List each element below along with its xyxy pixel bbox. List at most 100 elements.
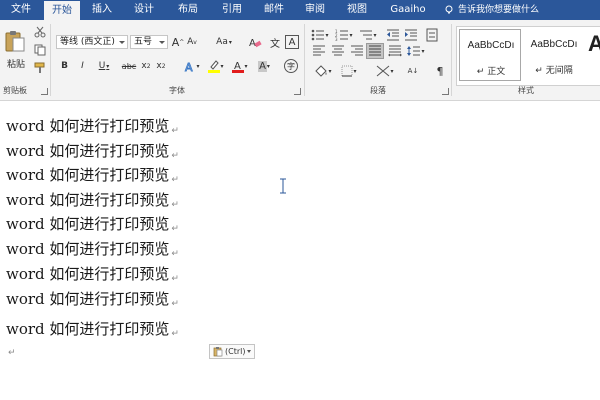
grow-font-label: A	[171, 35, 180, 49]
paste-options-button[interactable]: (Ctrl)	[209, 344, 256, 359]
document-line[interactable]: word 如何进行打印预览 ↵	[6, 163, 179, 187]
italic-label: I	[81, 61, 84, 71]
character-shading-label: A	[258, 60, 267, 72]
sort-button[interactable]: A↓	[406, 64, 420, 78]
paragraph-mark-icon: ↵	[171, 299, 179, 309]
bold-button[interactable]: B	[58, 59, 71, 73]
clear-formatting-icon[interactable]: A	[248, 35, 262, 49]
justify-button[interactable]	[366, 43, 384, 59]
font-color-icon: A	[232, 61, 245, 73]
font-group-label: 字体	[169, 86, 185, 95]
chinese-layout-icon[interactable]	[426, 28, 438, 42]
line-text: word 如何进行打印预览	[6, 320, 170, 338]
bullets-icon	[312, 29, 325, 41]
ribbon: 粘贴 剪贴板 等线 (西文正) 五号 A ^ Av Aa ▾ A 文 A B I U…	[0, 20, 600, 101]
phonetic-guide-label: 文	[270, 38, 280, 50]
highlight-button[interactable]: ▾	[206, 58, 226, 74]
paste-button[interactable]	[2, 24, 28, 58]
font-dialog-launcher[interactable]	[294, 88, 301, 95]
phonetic-guide-button[interactable]: 文	[268, 35, 282, 50]
format-painter-icon[interactable]	[34, 62, 46, 74]
clipboard-paste-icon	[5, 31, 25, 52]
lightbulb-icon[interactable]	[444, 5, 454, 15]
document-line[interactable]: word 如何进行打印预览 ↵	[6, 287, 179, 311]
chevron-down-icon[interactable]	[159, 41, 165, 44]
font-size-value: 五号	[134, 37, 153, 47]
font-color-button[interactable]: A ▾	[230, 58, 250, 74]
tab-gaaiho[interactable]: Gaaiho	[383, 0, 433, 20]
tab-design[interactable]: 设计	[126, 0, 162, 20]
superscript-button[interactable]: x2	[155, 59, 167, 73]
borders-button[interactable]: ▾	[338, 64, 360, 78]
clipboard-dialog-launcher[interactable]	[41, 88, 48, 95]
numbering-button[interactable]: 1 2 3 ▾	[334, 28, 354, 42]
styles-group-label: 样式	[518, 86, 534, 95]
shrink-font-button[interactable]: Av	[186, 35, 198, 49]
paint-bucket-icon	[315, 64, 328, 77]
document-line[interactable]: word 如何进行打印预览 ↵	[6, 262, 179, 286]
tab-home[interactable]: 开始	[44, 1, 80, 20]
paragraph-shading-button[interactable]: ▾	[312, 64, 334, 78]
tab-references[interactable]: 引用	[214, 0, 250, 20]
subscript-button[interactable]: x2	[140, 59, 152, 73]
style-heading-partial[interactable]: A	[587, 29, 600, 81]
distributed-icon[interactable]	[388, 45, 402, 57]
group-divider	[50, 24, 51, 96]
cut-icon[interactable]	[34, 26, 46, 38]
multilevel-list-icon	[360, 30, 373, 40]
empty-paragraph-mark-icon: ↵	[8, 348, 16, 358]
align-left-icon[interactable]	[312, 45, 326, 57]
tab-file[interactable]: 文件	[0, 0, 42, 20]
underline-button[interactable]: U ▾	[94, 59, 114, 73]
italic-button[interactable]: I	[76, 59, 89, 73]
document-line[interactable]: word 如何进行打印预览 ↵	[6, 212, 179, 236]
tab-insert[interactable]: 插入	[84, 0, 120, 20]
asian-typography-button[interactable]: ▾	[374, 64, 396, 78]
multilevel-list-button[interactable]: ▾	[358, 28, 378, 42]
chevron-down-icon[interactable]	[119, 41, 125, 44]
enclose-characters-button[interactable]: 字	[284, 59, 298, 73]
tab-mailings[interactable]: 邮件	[256, 0, 292, 20]
underline-label: U	[98, 61, 106, 71]
font-name-value: 等线 (西文正)	[60, 37, 115, 47]
document-line[interactable]: word 如何进行打印预览 ↵	[6, 114, 179, 138]
tab-layout[interactable]: 布局	[170, 0, 206, 20]
copy-icon[interactable]	[34, 44, 46, 56]
font-name-combo[interactable]: 等线 (西文正)	[56, 35, 128, 49]
strikethrough-button[interactable]: abc	[120, 59, 138, 73]
change-case-button[interactable]: Aa ▾	[212, 35, 236, 49]
increase-indent-icon[interactable]	[404, 29, 418, 41]
decrease-indent-icon[interactable]	[386, 29, 400, 41]
paragraph-mark-icon: ↵	[171, 151, 179, 161]
line-spacing-button[interactable]: ▾	[406, 44, 426, 58]
style-normal[interactable]: AaBbCcDı ↵ 正文	[459, 29, 521, 81]
font-size-combo[interactable]: 五号	[130, 35, 168, 49]
align-justify-icon	[369, 45, 381, 56]
character-border-button[interactable]: A	[285, 35, 299, 49]
align-right-icon[interactable]	[350, 45, 364, 57]
line-spacing-icon	[407, 46, 421, 56]
document-line[interactable]: word 如何进行打印预览 ↵	[6, 139, 179, 163]
strikethrough-label: abc	[121, 61, 137, 71]
tab-view[interactable]: 视图	[339, 0, 375, 20]
paragraph-dialog-launcher[interactable]	[442, 88, 449, 95]
tell-me-search[interactable]: 告诉我你想要做什么	[458, 0, 539, 20]
style-no-spacing[interactable]: AaBbCcDı ↵ 无间隔	[523, 29, 585, 81]
paragraph-mark-icon: ↵	[171, 200, 179, 210]
paragraph-mark-icon: ↵	[171, 126, 179, 136]
document-page[interactable]: word 如何进行打印预览 ↵ word 如何进行打印预览 ↵ word 如何进行打…	[0, 101, 600, 400]
document-line[interactable]: word 如何进行打印预览 ↵	[6, 317, 179, 341]
document-line[interactable]: word 如何进行打印预览 ↵	[6, 188, 179, 212]
bullets-button[interactable]: ▾	[310, 28, 330, 42]
style-name: ↵ 无间隔	[535, 66, 573, 76]
grow-font-button[interactable]: A ^	[171, 35, 185, 49]
align-center-icon[interactable]	[331, 45, 345, 57]
change-case-label: Aa	[216, 37, 228, 47]
tab-review[interactable]: 审阅	[297, 0, 333, 20]
show-marks-button[interactable]: ¶	[434, 64, 446, 78]
text-effects-button[interactable]: A ▾	[182, 58, 202, 74]
ribbon-tab-bar: 文件 开始 插入 设计 布局 引用 邮件 审阅 视图 Gaaiho 告诉我你想要…	[0, 0, 600, 20]
character-shading-button[interactable]: A ▾	[254, 58, 274, 74]
document-line[interactable]: word 如何进行打印预览 ↵	[6, 237, 179, 261]
line-text: word 如何进行打印预览	[6, 240, 170, 258]
